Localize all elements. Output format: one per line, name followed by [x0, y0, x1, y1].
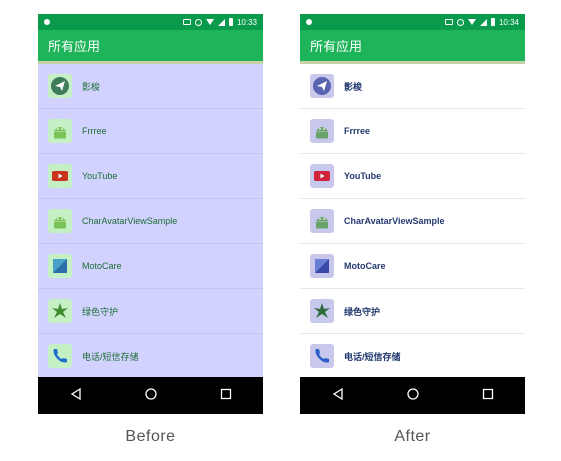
- recents-icon[interactable]: [482, 387, 494, 405]
- app-label: 绿色守护: [344, 306, 381, 317]
- recents-icon[interactable]: [220, 387, 232, 405]
- motocare-icon: [48, 254, 72, 278]
- app-label: CharAvatarViewSample: [82, 216, 178, 226]
- app-bar: 所有应用: [38, 30, 263, 64]
- status-bar: 10:34: [300, 14, 525, 30]
- android-icon: [310, 119, 334, 143]
- signal-icon: [217, 18, 225, 26]
- list-item[interactable]: 影梭: [300, 64, 525, 109]
- vibrate-icon: [444, 19, 453, 25]
- battery-icon: [228, 18, 233, 26]
- android-icon: [48, 119, 72, 143]
- signal-icon: [479, 18, 487, 26]
- list-item[interactable]: Frrree: [300, 109, 525, 154]
- app-label: YouTube: [82, 171, 118, 181]
- notification-icon: [306, 19, 312, 25]
- phone-before: 10:33 所有应用 影梭 Frrree YouTube CharAvatarV…: [38, 14, 263, 414]
- phone-icon: [310, 344, 334, 368]
- list-item[interactable]: MotoCare: [300, 244, 525, 289]
- youtube-icon: [310, 164, 334, 188]
- app-bar-title: 所有应用: [48, 39, 101, 54]
- app-list: 影梭 Frrree YouTube CharAvatarViewSample M…: [300, 64, 525, 377]
- app-label: YouTube: [344, 171, 382, 181]
- home-icon[interactable]: [406, 387, 419, 405]
- app-label: Frrree: [344, 126, 371, 136]
- list-item[interactable]: 电话/短信存储: [38, 334, 263, 377]
- list-item[interactable]: Frrree: [38, 109, 263, 154]
- list-item[interactable]: CharAvatarViewSample: [300, 199, 525, 244]
- vibrate-icon: [182, 19, 191, 25]
- app-label: 电话/短信存储: [82, 351, 139, 362]
- android-icon: [310, 209, 334, 233]
- status-bar: 10:33: [38, 14, 263, 30]
- notification-icon: [44, 19, 50, 25]
- youtube-icon: [48, 164, 72, 188]
- app-label: CharAvatarViewSample: [344, 216, 445, 226]
- app-label: Frrree: [82, 126, 107, 136]
- android-icon: [48, 209, 72, 233]
- wifi-icon: [467, 19, 476, 25]
- list-item[interactable]: 影梭: [38, 64, 263, 109]
- status-time: 10:34: [498, 17, 519, 27]
- list-item[interactable]: 绿色守护: [38, 289, 263, 334]
- motocare-icon: [310, 254, 334, 278]
- paper-plane-icon: [48, 74, 72, 98]
- phone-after: 10:34 所有应用 影梭 Frrree YouTube CharAvatarV…: [300, 14, 525, 414]
- alarm-icon: [194, 18, 202, 26]
- list-item[interactable]: 绿色守护: [300, 289, 525, 334]
- list-item[interactable]: YouTube: [38, 154, 263, 199]
- app-list: 影梭 Frrree YouTube CharAvatarViewSample M…: [38, 64, 263, 377]
- home-icon[interactable]: [144, 387, 157, 405]
- leaf-icon: [310, 299, 334, 323]
- caption-after: After: [394, 428, 431, 445]
- list-item[interactable]: CharAvatarViewSample: [38, 199, 263, 244]
- status-time: 10:33: [236, 17, 257, 27]
- paper-plane-icon: [310, 74, 334, 98]
- app-bar-title: 所有应用: [310, 39, 363, 54]
- app-label: 影梭: [82, 81, 101, 92]
- app-bar: 所有应用: [300, 30, 525, 64]
- app-label: 绿色守护: [82, 306, 119, 317]
- back-icon[interactable]: [332, 387, 344, 405]
- list-item[interactable]: 电话/短信存储: [300, 334, 525, 377]
- leaf-icon: [48, 299, 72, 323]
- back-icon[interactable]: [70, 387, 82, 405]
- alarm-icon: [456, 18, 464, 26]
- status-icons: 10:34: [444, 17, 519, 27]
- app-label: MotoCare: [82, 261, 122, 271]
- app-label: MotoCare: [344, 261, 386, 271]
- phone-icon: [48, 344, 72, 368]
- wifi-icon: [205, 19, 214, 25]
- status-icons: 10:33: [182, 17, 257, 27]
- app-label: 影梭: [344, 81, 363, 92]
- app-label: 电话/短信存储: [344, 351, 401, 362]
- navigation-bar: [38, 377, 263, 414]
- list-item[interactable]: YouTube: [300, 154, 525, 199]
- navigation-bar: [300, 377, 525, 414]
- caption-before: Before: [125, 428, 176, 445]
- battery-icon: [490, 18, 495, 26]
- list-item[interactable]: MotoCare: [38, 244, 263, 289]
